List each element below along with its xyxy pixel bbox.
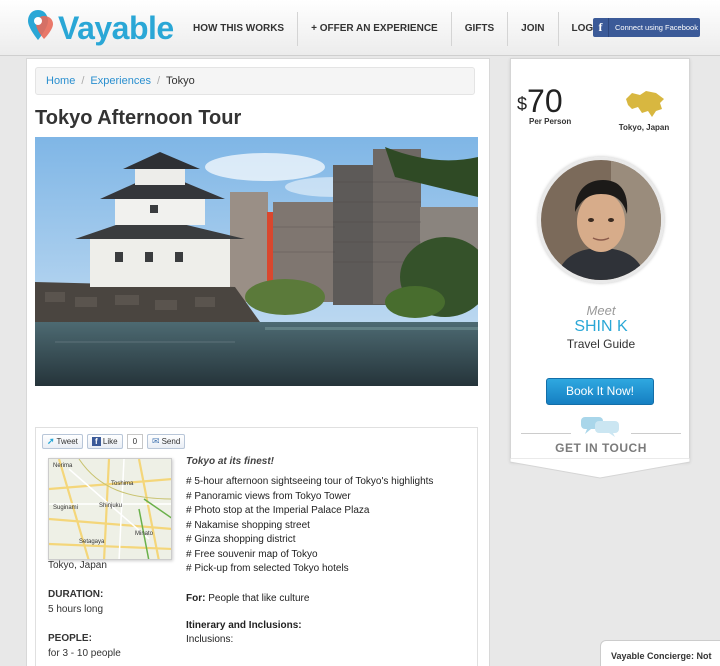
map-label-shinjuku: Shinjuku	[99, 503, 122, 509]
send-label: Send	[161, 437, 181, 446]
chat-bubbles-icon	[581, 417, 619, 437]
nav-gifts[interactable]: GIFTS	[452, 12, 509, 46]
highlight-item: # Photo stop at the Imperial Palace Plaz…	[186, 505, 370, 516]
experience-details: ➚ Tweet f Like 0 ✉ Send Nerima Toshima S…	[35, 427, 478, 666]
map-label-setagaya: Setagaya	[79, 539, 105, 545]
breadcrumb-separator: /	[156, 75, 161, 87]
price-value: 70	[527, 83, 563, 119]
people-value: for 3 - 10 people	[48, 648, 121, 659]
breadcrumb: Home / Experiences / Tokyo	[35, 67, 475, 95]
envelope-icon: ✉	[152, 436, 160, 446]
get-in-touch-button[interactable]: GET IN TOUCH	[511, 415, 691, 455]
map-label-toshima: Toshima	[111, 481, 134, 487]
breadcrumb-home[interactable]: Home	[46, 75, 75, 87]
like-count: 0	[126, 434, 144, 449]
nav-join[interactable]: JOIN	[508, 12, 559, 46]
price-unit: Per Person	[529, 117, 572, 126]
map-label-suginami: Suginami	[53, 505, 78, 511]
twitter-bird-icon: ➚	[47, 436, 55, 446]
map-pin-icon	[28, 10, 53, 40]
tweet-label: Tweet	[56, 437, 78, 446]
logo[interactable]: Vayable	[26, 8, 174, 48]
main-nav: HOW THIS WORKS + OFFER AN EXPERIENCE GIF…	[180, 12, 616, 46]
people-label: PEOPLE:	[48, 633, 92, 644]
price-block: $70 Per Person	[517, 85, 571, 126]
experience-location: Tokyo, Japan	[48, 560, 107, 571]
highlight-item: # Pick-up from selected Tokyo hotels	[186, 563, 349, 574]
page-title: Tokyo Afternoon Tour	[35, 107, 242, 129]
experience-photo	[35, 137, 478, 386]
audience-label: For:	[186, 592, 206, 604]
location-badge: Tokyo, Japan	[609, 89, 679, 132]
like-label: Like	[102, 437, 118, 446]
guide-role: Travel Guide	[566, 337, 636, 351]
facebook-icon: f	[593, 18, 609, 37]
guide-avatar	[538, 157, 664, 283]
asia-map-icon	[626, 91, 664, 117]
audience-line: For: People that like culture	[186, 593, 471, 604]
facebook-like-button[interactable]: f Like	[86, 434, 123, 449]
breadcrumb-separator: /	[81, 75, 85, 87]
itinerary-heading: Itinerary and Inclusions:	[186, 619, 302, 631]
breadcrumb-experiences[interactable]: Experiences	[90, 75, 151, 87]
duration-value: 5 hours long	[48, 604, 104, 615]
location-badge-label: Tokyo, Japan	[618, 123, 670, 132]
facebook-icon: f	[91, 437, 101, 446]
divider	[631, 433, 681, 434]
booking-sidebar: $70 Per Person Tokyo, Japan Meet SHIN K …	[510, 58, 690, 462]
experience-description: Tokyo at its finest! # 5-hour afternoon …	[186, 456, 471, 645]
get-in-touch-label: GET IN TOUCH	[555, 441, 647, 455]
location-map[interactable]: Nerima Toshima Suginami Shinjuku Minato …	[48, 458, 172, 560]
book-now-button[interactable]: Book It Now!	[546, 378, 654, 405]
facebook-connect-label: Connect using Facebook	[615, 23, 698, 32]
concierge-chat-tab[interactable]: Vayable Concierge: Not	[600, 640, 720, 666]
experience-facts: Tokyo, Japan DURATION: 5 hours long PEOP…	[48, 560, 173, 659]
meet-label: Meet	[586, 303, 616, 318]
share-bar: ➚ Tweet f Like 0 ✉ Send	[42, 434, 186, 450]
price-amount: $70	[517, 85, 571, 117]
highlight-item: # 5-hour afternoon sightseeing tour of T…	[186, 476, 434, 487]
highlight-item: # Panoramic views from Tokyo Tower	[186, 490, 351, 502]
nav-how-this-works[interactable]: HOW THIS WORKS	[180, 12, 299, 46]
price-currency: $	[517, 94, 528, 114]
description-lead: Tokyo at its finest!	[186, 456, 274, 467]
map-label-minato: Minato	[135, 531, 154, 537]
logo-wordmark: Vayable	[58, 9, 174, 46]
inclusions-label: Inclusions:	[186, 633, 234, 645]
facebook-connect-button[interactable]: f Connect using Facebook	[593, 18, 700, 37]
audience-value: People that like culture	[208, 592, 310, 604]
nav-offer-experience[interactable]: + OFFER AN EXPERIENCE	[298, 12, 452, 46]
highlight-item: # Free souvenir map of Tokyo	[186, 548, 318, 560]
duration-label: DURATION:	[48, 589, 104, 600]
map-label-nerima: Nerima	[53, 463, 73, 469]
highlight-item: # Nakamise shopping street	[186, 519, 310, 531]
sidebar-ribbon	[510, 458, 690, 479]
breadcrumb-current: Tokyo	[166, 75, 195, 87]
facebook-send-button[interactable]: ✉ Send	[147, 434, 186, 449]
site-header: Vayable HOW THIS WORKS + OFFER AN EXPERI…	[0, 0, 720, 56]
experience-panel: Home / Experiences / Tokyo Tokyo Afternoon T…	[26, 58, 490, 666]
tweet-button[interactable]: ➚ Tweet	[42, 434, 83, 449]
guide-name[interactable]: SHIN K	[511, 318, 691, 336]
divider	[521, 433, 571, 434]
highlight-item: # Ginza shopping district	[186, 534, 296, 545]
